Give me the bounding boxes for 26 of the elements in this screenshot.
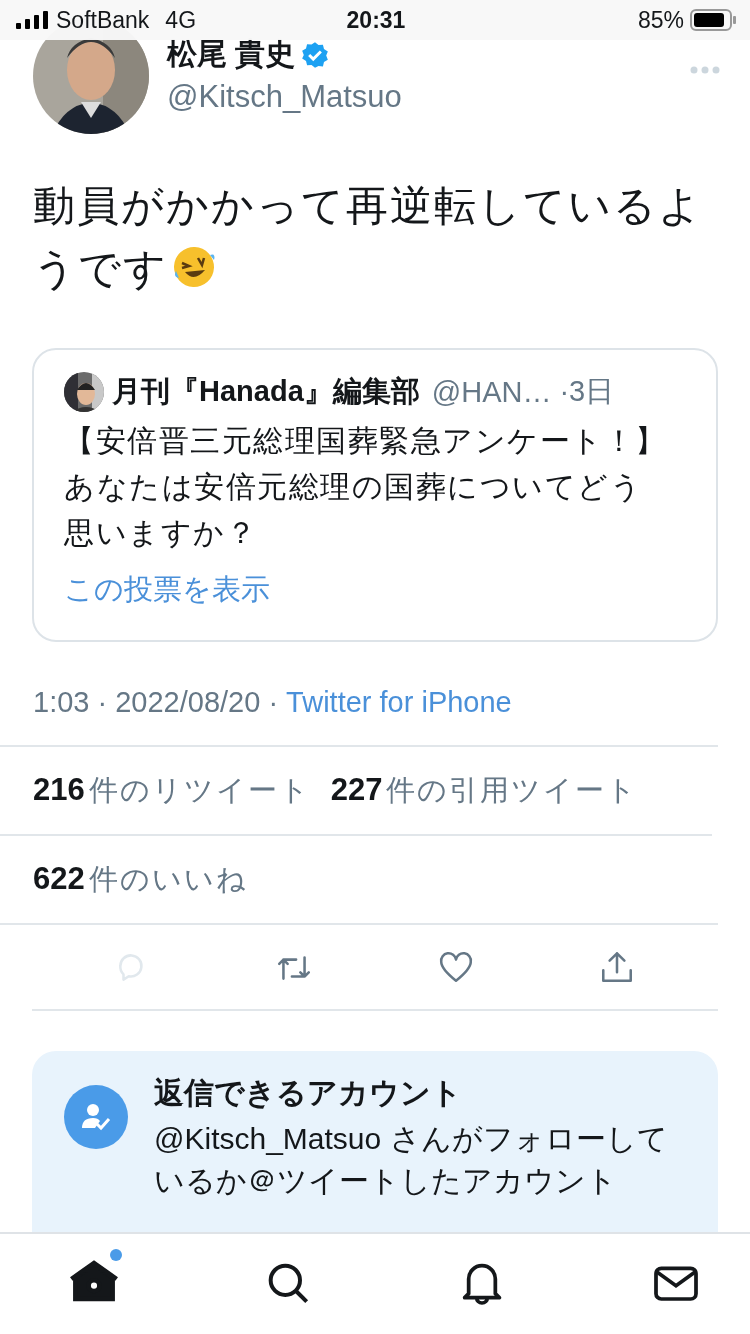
source-link[interactable]: Twitter for iPhone — [286, 686, 512, 719]
quoted-tweet-text: 【安倍晋三元総理国葬緊急アンケート！】あなたは安倍元総理の国葬についてどう思いますか？ — [64, 423, 668, 551]
reply-notice-title: 返信できるアカウント — [154, 1075, 463, 1111]
stat-label: 件の引用ツイート — [386, 773, 639, 806]
quoted-author-handle: @HAN… — [431, 375, 552, 409]
laughing-emoji-icon — [172, 245, 216, 289]
carrier-name: SoftBank — [56, 6, 150, 34]
network-type: 4G — [165, 6, 197, 34]
stat-count: 622 — [33, 860, 85, 896]
stat-label: 件のいいね — [88, 862, 248, 895]
view-poll-link[interactable]: この投票を表示 — [64, 570, 270, 610]
stat-count: 216 — [33, 771, 85, 807]
stat-label: 件のリツイート — [88, 773, 311, 806]
battery-icon — [690, 9, 736, 31]
author-name: 松尾 貴史 — [167, 36, 296, 72]
signal-icon — [16, 11, 48, 29]
stat-count: 227 — [330, 771, 383, 807]
battery-percent: 85% — [637, 6, 684, 34]
person-check-icon — [64, 1085, 128, 1149]
tweet-text: 動員がかかって再逆転しているようです — [33, 181, 704, 294]
author-handle: @Kitsch_Matsuo — [167, 79, 402, 115]
clock-time: 20:31 — [345, 6, 407, 34]
tweet-timestamp: 1:03 · 2022/08/20 · — [33, 686, 279, 719]
quoted-tweet-time: ·3日 — [559, 374, 615, 409]
quoted-author-name: 月刊『Hanada』編集部 — [112, 374, 420, 409]
reply-notice-text: @Kitsch_Matsuo さんがフォローしているか＠ツイートしたアカウント — [154, 1121, 669, 1199]
